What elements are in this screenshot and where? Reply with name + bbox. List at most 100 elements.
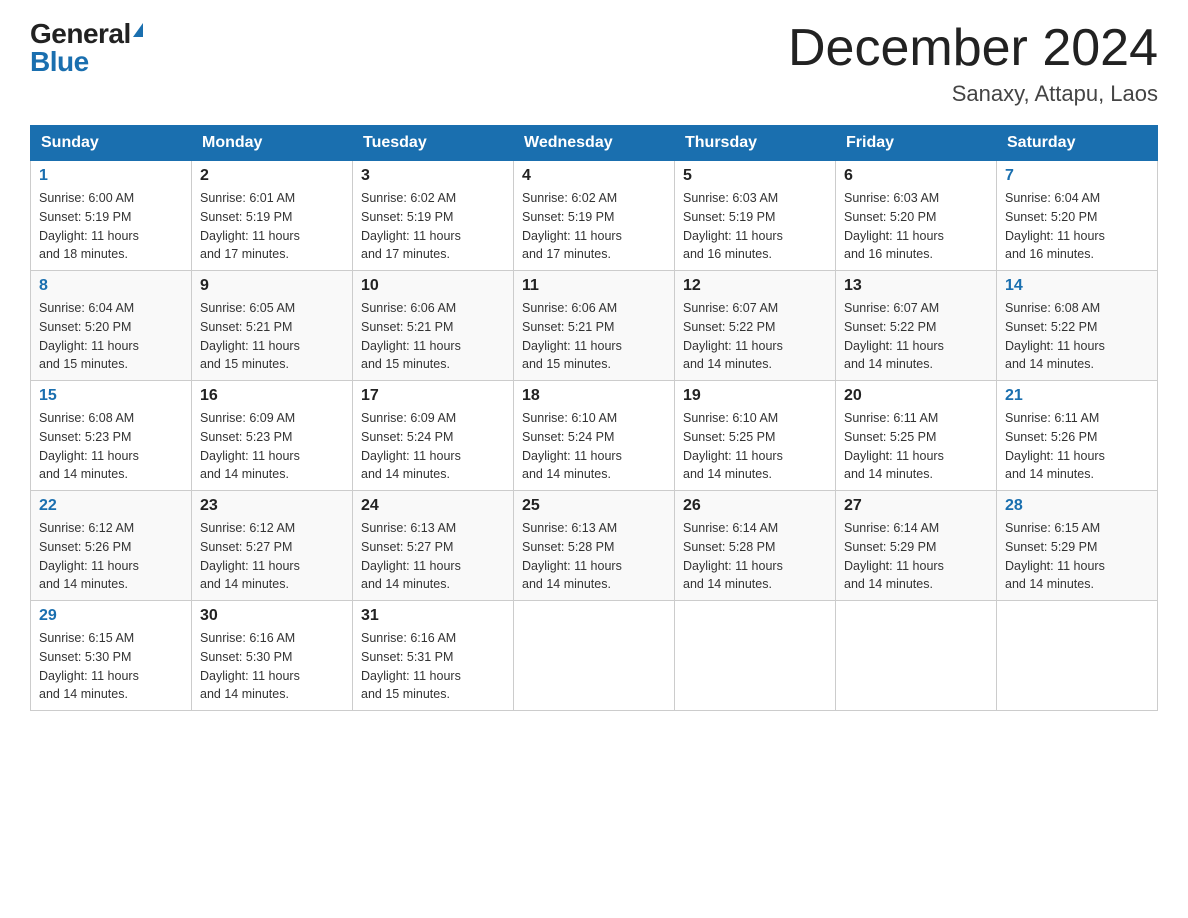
- calendar-cell: 11 Sunrise: 6:06 AMSunset: 5:21 PMDayligh…: [514, 271, 675, 381]
- logo-general: General: [30, 20, 131, 48]
- day-number: 4: [522, 167, 666, 185]
- day-number: 23: [200, 497, 344, 515]
- day-number: 24: [361, 497, 505, 515]
- day-number: 5: [683, 167, 827, 185]
- calendar-cell: 20 Sunrise: 6:11 AMSunset: 5:25 PMDayligh…: [836, 381, 997, 491]
- week-row-2: 8Sunrise: 6:04 AMSunset: 5:20 PMDaylight…: [31, 271, 1158, 381]
- calendar-header-row: SundayMondayTuesdayWednesdayThursdayFrid…: [31, 126, 1158, 161]
- calendar-cell: 5 Sunrise: 6:03 AMSunset: 5:19 PMDaylight…: [675, 161, 836, 271]
- week-row-3: 15 Sunrise: 6:08 AMSunset: 5:23 PMDayligh…: [31, 381, 1158, 491]
- calendar-cell: 2Sunrise: 6:01 AMSunset: 5:19 PMDaylight…: [192, 161, 353, 271]
- calendar-cell: 9Sunrise: 6:05 AMSunset: 5:21 PMDaylight…: [192, 271, 353, 381]
- day-info: Sunrise: 6:04 AMSunset: 5:20 PMDaylight:…: [1005, 189, 1149, 264]
- day-info: Sunrise: 6:02 AMSunset: 5:19 PMDaylight:…: [522, 189, 666, 264]
- day-number: 1: [39, 167, 183, 185]
- calendar-cell: [836, 601, 997, 711]
- day-info: Sunrise: 6:14 AMSunset: 5:28 PMDaylight:…: [683, 519, 827, 594]
- day-info: Sunrise: 6:03 AMSunset: 5:19 PMDaylight:…: [683, 189, 827, 264]
- day-number: 31: [361, 607, 505, 625]
- day-info: Sunrise: 6:07 AMSunset: 5:22 PMDaylight:…: [844, 299, 988, 374]
- day-number: 27: [844, 497, 988, 515]
- day-number: 12: [683, 277, 827, 295]
- calendar-cell: 26 Sunrise: 6:14 AMSunset: 5:28 PMDayligh…: [675, 491, 836, 601]
- day-number: 20: [844, 387, 988, 405]
- day-info: Sunrise: 6:08 AMSunset: 5:23 PMDaylight:…: [39, 409, 183, 484]
- calendar-table: SundayMondayTuesdayWednesdayThursdayFrid…: [30, 125, 1158, 711]
- logo: General Blue: [30, 20, 143, 76]
- day-number: 25: [522, 497, 666, 515]
- calendar-cell: 23 Sunrise: 6:12 AMSunset: 5:27 PMDayligh…: [192, 491, 353, 601]
- location-title: Sanaxy, Attapu, Laos: [788, 81, 1158, 107]
- day-number: 13: [844, 277, 988, 295]
- day-info: Sunrise: 6:07 AMSunset: 5:22 PMDaylight:…: [683, 299, 827, 374]
- day-info: Sunrise: 6:08 AMSunset: 5:22 PMDaylight:…: [1005, 299, 1149, 374]
- day-number: 2: [200, 167, 344, 185]
- month-title: December 2024: [788, 20, 1158, 77]
- calendar-cell: [514, 601, 675, 711]
- day-info: Sunrise: 6:16 AMSunset: 5:31 PMDaylight:…: [361, 629, 505, 704]
- calendar-cell: 25 Sunrise: 6:13 AMSunset: 5:28 PMDayligh…: [514, 491, 675, 601]
- day-number: 29: [39, 607, 183, 625]
- logo-triangle-icon: [133, 23, 143, 37]
- day-info: Sunrise: 6:03 AMSunset: 5:20 PMDaylight:…: [844, 189, 988, 264]
- day-number: 30: [200, 607, 344, 625]
- day-info: Sunrise: 6:06 AMSunset: 5:21 PMDaylight:…: [522, 299, 666, 374]
- day-number: 7: [1005, 167, 1149, 185]
- header-monday: Monday: [192, 126, 353, 161]
- day-info: Sunrise: 6:15 AMSunset: 5:29 PMDaylight:…: [1005, 519, 1149, 594]
- calendar-cell: 30 Sunrise: 6:16 AMSunset: 5:30 PMDayligh…: [192, 601, 353, 711]
- week-row-5: 29 Sunrise: 6:15 AMSunset: 5:30 PMDayligh…: [31, 601, 1158, 711]
- day-info: Sunrise: 6:05 AMSunset: 5:21 PMDaylight:…: [200, 299, 344, 374]
- header-wednesday: Wednesday: [514, 126, 675, 161]
- day-info: Sunrise: 6:14 AMSunset: 5:29 PMDaylight:…: [844, 519, 988, 594]
- day-info: Sunrise: 6:11 AMSunset: 5:26 PMDaylight:…: [1005, 409, 1149, 484]
- calendar-cell: 14 Sunrise: 6:08 AMSunset: 5:22 PMDayligh…: [997, 271, 1158, 381]
- week-row-1: 1Sunrise: 6:00 AMSunset: 5:19 PMDaylight…: [31, 161, 1158, 271]
- day-number: 16: [200, 387, 344, 405]
- day-info: Sunrise: 6:10 AMSunset: 5:25 PMDaylight:…: [683, 409, 827, 484]
- day-info: Sunrise: 6:09 AMSunset: 5:24 PMDaylight:…: [361, 409, 505, 484]
- day-number: 14: [1005, 277, 1149, 295]
- day-info: Sunrise: 6:02 AMSunset: 5:19 PMDaylight:…: [361, 189, 505, 264]
- day-info: Sunrise: 6:10 AMSunset: 5:24 PMDaylight:…: [522, 409, 666, 484]
- calendar-cell: 13 Sunrise: 6:07 AMSunset: 5:22 PMDayligh…: [836, 271, 997, 381]
- header-sunday: Sunday: [31, 126, 192, 161]
- title-block: December 2024 Sanaxy, Attapu, Laos: [788, 20, 1158, 107]
- page-header: General Blue December 2024 Sanaxy, Attap…: [30, 20, 1158, 107]
- day-number: 21: [1005, 387, 1149, 405]
- header-tuesday: Tuesday: [353, 126, 514, 161]
- day-number: 28: [1005, 497, 1149, 515]
- day-number: 22: [39, 497, 183, 515]
- day-number: 11: [522, 277, 666, 295]
- day-number: 10: [361, 277, 505, 295]
- calendar-cell: [675, 601, 836, 711]
- logo-blue: Blue: [30, 48, 89, 76]
- calendar-cell: 24Sunrise: 6:13 AMSunset: 5:27 PMDayligh…: [353, 491, 514, 601]
- day-info: Sunrise: 6:06 AMSunset: 5:21 PMDaylight:…: [361, 299, 505, 374]
- day-number: 17: [361, 387, 505, 405]
- calendar-cell: 8Sunrise: 6:04 AMSunset: 5:20 PMDaylight…: [31, 271, 192, 381]
- calendar-cell: 27 Sunrise: 6:14 AMSunset: 5:29 PMDayligh…: [836, 491, 997, 601]
- day-number: 15: [39, 387, 183, 405]
- calendar-cell: 17 Sunrise: 6:09 AMSunset: 5:24 PMDayligh…: [353, 381, 514, 491]
- day-number: 3: [361, 167, 505, 185]
- day-info: Sunrise: 6:09 AMSunset: 5:23 PMDaylight:…: [200, 409, 344, 484]
- calendar-cell: [997, 601, 1158, 711]
- day-number: 18: [522, 387, 666, 405]
- calendar-cell: 12 Sunrise: 6:07 AMSunset: 5:22 PMDayligh…: [675, 271, 836, 381]
- day-info: Sunrise: 6:11 AMSunset: 5:25 PMDaylight:…: [844, 409, 988, 484]
- calendar-cell: 19 Sunrise: 6:10 AMSunset: 5:25 PMDayligh…: [675, 381, 836, 491]
- header-friday: Friday: [836, 126, 997, 161]
- calendar-cell: 10 Sunrise: 6:06 AMSunset: 5:21 PMDayligh…: [353, 271, 514, 381]
- calendar-cell: 1Sunrise: 6:00 AMSunset: 5:19 PMDaylight…: [31, 161, 192, 271]
- header-saturday: Saturday: [997, 126, 1158, 161]
- calendar-cell: 7 Sunrise: 6:04 AMSunset: 5:20 PMDaylight…: [997, 161, 1158, 271]
- calendar-cell: 22Sunrise: 6:12 AMSunset: 5:26 PMDayligh…: [31, 491, 192, 601]
- calendar-cell: 29 Sunrise: 6:15 AMSunset: 5:30 PMDayligh…: [31, 601, 192, 711]
- day-info: Sunrise: 6:16 AMSunset: 5:30 PMDaylight:…: [200, 629, 344, 704]
- day-info: Sunrise: 6:12 AMSunset: 5:27 PMDaylight:…: [200, 519, 344, 594]
- day-info: Sunrise: 6:13 AMSunset: 5:28 PMDaylight:…: [522, 519, 666, 594]
- day-number: 26: [683, 497, 827, 515]
- day-number: 19: [683, 387, 827, 405]
- day-info: Sunrise: 6:15 AMSunset: 5:30 PMDaylight:…: [39, 629, 183, 704]
